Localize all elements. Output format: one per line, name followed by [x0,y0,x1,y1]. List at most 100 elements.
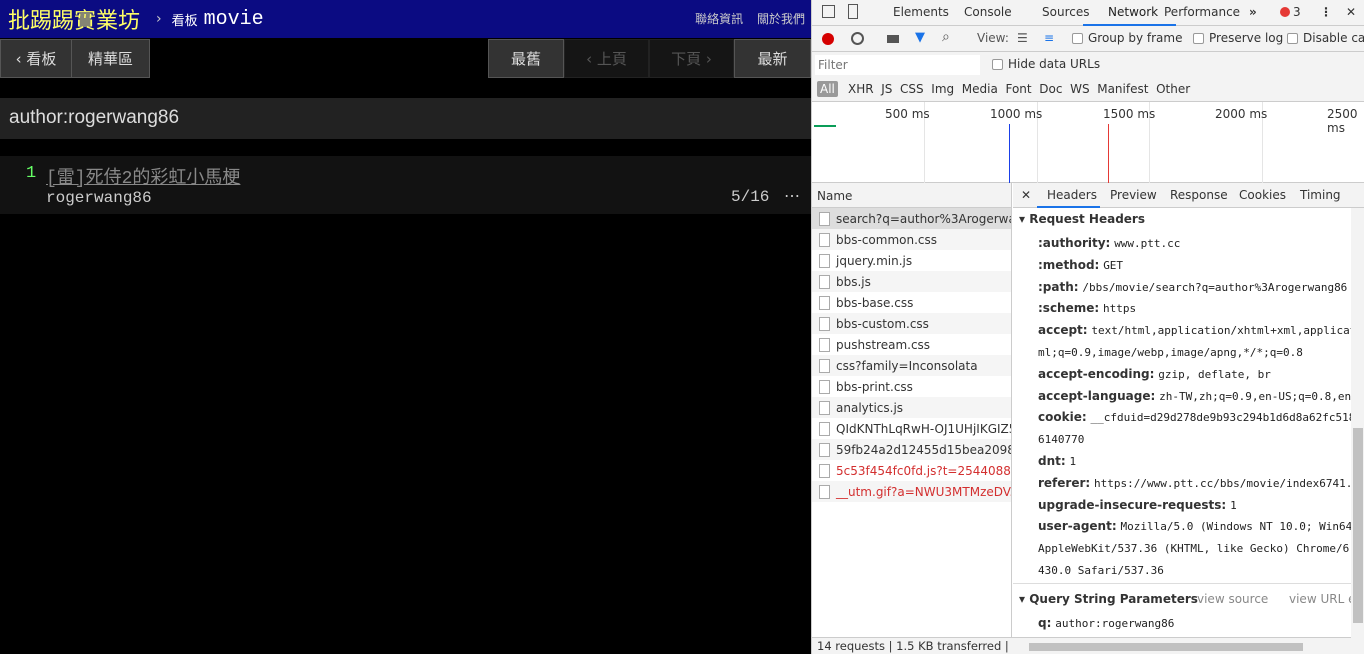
error-count[interactable]: 3 [1293,5,1301,19]
request-row[interactable]: search?q=author%3Arogerwa... [812,208,1011,229]
inspect-icon[interactable] [822,5,835,18]
large-rows-icon[interactable]: ☰ [1017,31,1028,45]
post-title-link[interactable]: [雷]死侍2的彩虹小馬梗 [46,163,240,189]
request-name: bbs-print.css [836,379,913,394]
filter-input[interactable] [815,55,980,75]
about-link[interactable]: 關於我們 [757,12,805,26]
request-row[interactable]: bbs.js [812,271,1011,292]
horizontal-scrollbar[interactable] [1013,640,1364,654]
more-tabs-button[interactable]: » [1249,5,1257,19]
vertical-scrollbar[interactable] [1351,208,1364,638]
tab-cookies[interactable]: Cookies [1239,188,1286,202]
type-media[interactable]: Media [962,82,998,96]
request-row[interactable]: bbs-print.css [812,376,1011,397]
view-url-encoded-link[interactable]: view URL en [1289,592,1351,606]
newest-button[interactable]: 最新 [734,39,811,78]
type-img[interactable]: Img [931,82,954,96]
hide-data-urls-label: Hide data URLs [1008,57,1101,71]
header-value: 1 [1230,498,1237,512]
tab-network[interactable]: Network [1108,5,1158,19]
preserve-log-checkbox[interactable]: Preserve log [1193,31,1283,45]
more-menu-icon[interactable]: ⋯ [784,186,800,206]
record-icon[interactable] [822,33,834,45]
post-author: rogerwang86 [46,189,152,207]
type-css[interactable]: CSS [900,82,924,96]
tab-response[interactable]: Response [1170,188,1228,202]
request-row[interactable]: 5c53f454fc0fd.js?t=2544088 [812,460,1011,481]
file-icon [819,400,830,415]
tab-performance[interactable]: Performance [1164,5,1240,19]
header-value: text/html,application/xhtml+xml,applicat [1091,324,1357,338]
type-js[interactable]: JS [881,82,892,96]
request-headers-section[interactable]: ▾ Request Headers [1019,212,1145,226]
tab-elements[interactable]: Elements [893,5,949,19]
close-icon[interactable]: ✕ [1346,5,1356,19]
view-source-link[interactable]: view source [1197,592,1268,606]
request-row[interactable]: pushstream.css [812,334,1011,355]
type-doc[interactable]: Doc [1039,82,1062,96]
oldest-button[interactable]: 最舊 [488,39,564,78]
next-page-button[interactable]: 下頁 › [649,39,734,78]
query-string-section[interactable]: ▾ Query String Parameters [1019,592,1198,606]
header-row: accept-language: zh-TW,zh;q=0.9,en-US;q=… [1038,389,1364,403]
group-by-frame-label: Group by frame [1088,31,1183,45]
request-row[interactable]: analytics.js [812,397,1011,418]
search-input[interactable]: author:rogerwang86 [0,98,811,139]
header-key: :path: [1038,279,1079,294]
filter-icon[interactable]: ▼ [915,30,925,45]
clear-icon[interactable] [851,32,864,45]
tab-console[interactable]: Console [964,5,1012,19]
type-font[interactable]: Font [1005,82,1031,96]
header-row: AppleWebKit/537.36 (KHTML, like Gecko) C… [1038,541,1349,555]
waterfall-icon[interactable]: ≡ [1044,31,1054,45]
board-name[interactable]: movie [204,8,264,31]
disable-cache-checkbox[interactable]: Disable cac [1287,31,1364,45]
header-value: __cfduid=d29d278de9b93c294b1d6d8a62fc518 [1090,411,1356,425]
tab-timing[interactable]: Timing [1300,188,1341,202]
prev-page-button[interactable]: ‹ 上頁 [564,39,649,78]
screenshot-icon[interactable] [887,35,899,43]
tab-sources[interactable]: Sources [1042,5,1089,19]
close-details-icon[interactable]: ✕ [1021,188,1031,202]
request-row[interactable]: bbs-custom.css [812,313,1011,334]
request-name: 59fb24a2d12455d15bea20980... [836,442,1011,457]
type-ws[interactable]: WS [1070,82,1089,96]
request-row[interactable]: __utm.gif?a=NWU3MTMzeDV... [812,481,1011,502]
group-by-frame-checkbox[interactable]: Group by frame [1072,31,1182,45]
search-icon[interactable]: ⌕ [942,29,950,45]
type-manifest[interactable]: Manifest [1097,82,1148,96]
contact-link[interactable]: 聯絡資訊 [695,12,743,26]
menu-icon[interactable]: ⋮ [1320,5,1332,19]
filter-bar: Hide data URLs [812,52,1364,78]
file-icon [819,337,830,352]
header-value: 1 [1069,455,1077,468]
hide-data-urls-checkbox[interactable]: Hide data URLs [992,57,1100,71]
type-filters: XHR JS CSS Img Media Font Doc WS Manifes… [848,82,1190,96]
tab-headers[interactable]: Headers [1047,188,1097,202]
request-row[interactable]: bbs-base.css [812,292,1011,313]
digest-button[interactable]: 精華區 [71,39,150,78]
tab-preview[interactable]: Preview [1110,188,1157,202]
site-logo[interactable]: 批踢踢實業坊 [8,3,140,35]
type-other[interactable]: Other [1156,82,1190,96]
request-row[interactable]: jquery.min.js [812,250,1011,271]
request-row[interactable]: bbs-common.css [812,229,1011,250]
dom-content-loaded-line [1009,124,1010,183]
request-row[interactable]: css?family=Inconsolata [812,355,1011,376]
request-row[interactable]: QIdKNThLqRwH-OJ1UHjIKGIZ5... [812,418,1011,439]
timeline-overview[interactable]: 500 ms 1000 ms 1500 ms 2000 ms 2500 ms [812,102,1364,183]
type-all[interactable]: All [817,81,838,97]
header-row: cookie: __cfduid=d29d278de9b93c294b1d6d8… [1038,410,1355,424]
header-row: user-agent: Mozilla/5.0 (Windows NT 10.0… [1038,519,1359,533]
file-icon [819,484,830,499]
request-name: analytics.js [836,400,904,415]
header-key: accept-language: [1038,388,1156,403]
request-row[interactable]: 59fb24a2d12455d15bea20980... [812,439,1011,460]
board-button[interactable]: ‹ 看板 [0,39,72,78]
active-detail-tab-indicator [1037,206,1100,208]
name-column-header[interactable]: Name [812,183,1011,208]
header-value: GET [1103,258,1124,272]
type-xhr[interactable]: XHR [848,82,874,96]
device-toolbar-icon[interactable] [848,4,858,19]
header-row: :path: /bbs/movie/search?q=author%3Aroge… [1038,280,1347,294]
